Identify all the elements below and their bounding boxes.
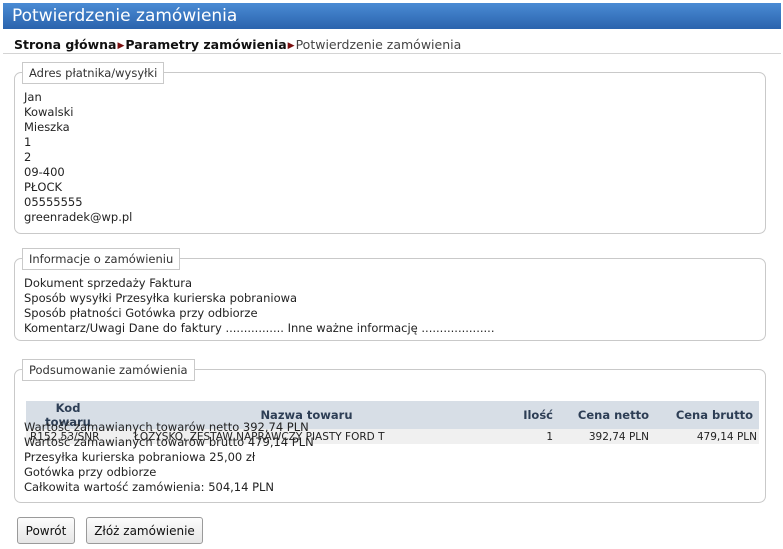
breadcrumb-arrow-icon: ▶ xyxy=(117,41,125,51)
breadcrumb-order-params-link[interactable]: Parametry zamówienia xyxy=(125,37,286,52)
address-street: Mieszka xyxy=(24,120,70,134)
order-summary-panel: Podsumowanie zamówienia Kod towaru Nazwa… xyxy=(14,359,766,503)
order-info-lines: Dokument sprzedaży Faktura Sposób wysyłk… xyxy=(24,276,495,336)
address-first-name: Jan xyxy=(24,90,42,104)
breadcrumb-home-link[interactable]: Strona główna xyxy=(14,37,116,52)
address-house-number: 1 xyxy=(24,135,32,149)
payment-method: Sposób płatności Gotówka przy odbiorze xyxy=(24,306,258,320)
back-button[interactable]: Powrót xyxy=(17,517,75,544)
address-lines: Jan Kowalski Mieszka 1 2 09-400 PŁOCK 05… xyxy=(24,90,132,225)
order-grand-total: Całkowita wartość zamówienia: 504,14 PLN xyxy=(24,480,275,494)
cell-gross-price: 479,14 PLN xyxy=(655,429,759,444)
place-order-button[interactable]: Złóż zamówienie xyxy=(86,517,203,544)
order-info-legend: Informacje o zamówieniu xyxy=(22,248,181,270)
address-email: greenradek@wp.pl xyxy=(24,210,133,224)
page-title: Potwierdzenie zamówienia xyxy=(12,6,238,26)
sales-document: Dokument sprzedaży Faktura xyxy=(24,276,193,290)
address-panel: Adres płatnika/wysyłki Jan Kowalski Mies… xyxy=(14,62,766,234)
shipping-method: Sposób wysyłki Przesyłka kurierska pobra… xyxy=(24,291,298,305)
address-postal-code: 09-400 xyxy=(24,165,65,179)
breadcrumb-current: Potwierdzenie zamówienia xyxy=(295,37,462,52)
order-summary-legend: Podsumowanie zamówienia xyxy=(22,359,195,381)
address-legend: Adres płatnika/wysyłki xyxy=(22,62,165,84)
address-last-name: Kowalski xyxy=(24,105,74,119)
divider xyxy=(3,53,781,54)
breadcrumb: Strona główna▶Parametry zamówienia▶Potwi… xyxy=(14,37,461,52)
order-info-panel: Informacje o zamówieniu Dokument sprzeda… xyxy=(14,248,766,341)
payment-summary: Gotówka przy odbiorze xyxy=(24,465,157,479)
page-title-bar: Potwierdzenie zamówienia xyxy=(3,3,781,29)
column-header-gross-price: Cena brutto xyxy=(655,401,759,429)
column-header-qty: Ilość xyxy=(503,401,559,429)
order-comments: Komentarz/Uwagi Dane do faktury ........… xyxy=(24,321,495,335)
address-city: PŁOCK xyxy=(24,180,63,194)
address-apartment-number: 2 xyxy=(24,150,32,164)
cell-net-price: 392,74 PLN xyxy=(559,429,655,444)
breadcrumb-arrow-icon: ▶ xyxy=(287,41,295,51)
column-header-net-price: Cena netto xyxy=(559,401,655,429)
net-total: Wartość zamawianych towarów netto 392,74… xyxy=(24,420,309,434)
order-summary-lines: Wartość zamawianych towarów netto 392,74… xyxy=(24,420,314,495)
cell-quantity: 1 xyxy=(503,429,559,444)
gross-total: Wartość zamawianych towarów brutto 479,1… xyxy=(24,435,314,449)
shipping-cost: Przesyłka kurierska pobraniowa 25,00 zł xyxy=(24,450,256,464)
address-phone: 05555555 xyxy=(24,195,83,209)
